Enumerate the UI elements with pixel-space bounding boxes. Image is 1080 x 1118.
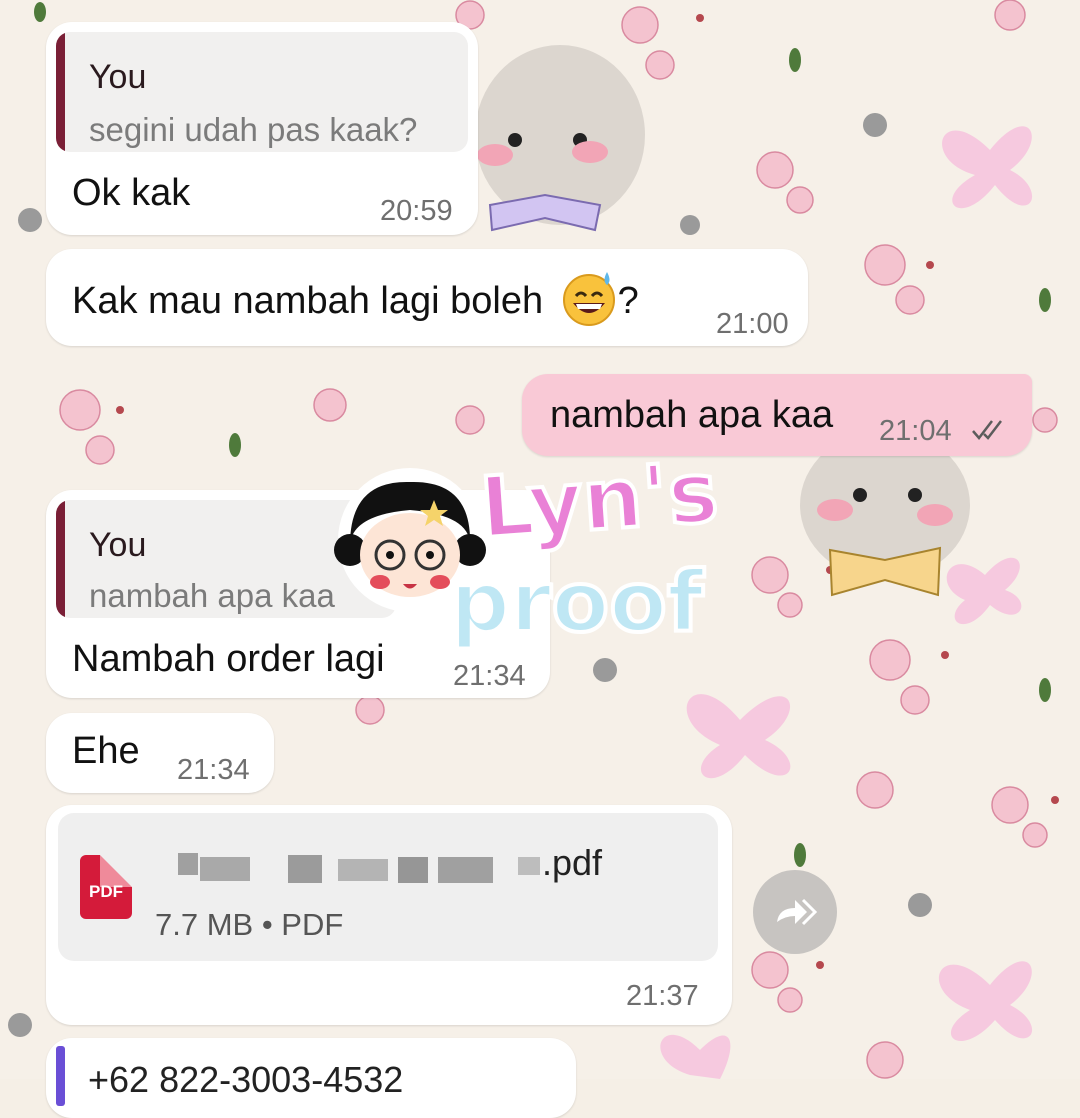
message-time: 21:04 (879, 415, 952, 447)
document-attachment[interactable]: PDF .pdf 7.7 MB • PDF (58, 813, 718, 961)
forward-button[interactable] (753, 870, 837, 954)
document-extension: .pdf (542, 842, 603, 883)
message-text: Ehe (72, 730, 140, 772)
message-text: Kak mau nambah lagi boleh ? (72, 272, 639, 327)
double-check-icon (970, 418, 1010, 442)
watermark-line2: proof (448, 553, 706, 651)
message-time: 21:00 (716, 308, 789, 340)
watermark-line1: Lyn's (475, 441, 723, 559)
message-bubble-incoming[interactable]: You segini udah pas kaak? Ok kak 20:59 (46, 22, 478, 235)
quote-author: You (89, 526, 147, 564)
contact-accent-bar (56, 1046, 65, 1106)
document-filename: .pdf (178, 845, 618, 889)
pdf-file-icon: PDF (80, 855, 132, 919)
message-text-suffix: ? (617, 280, 639, 322)
message-time: 21:37 (626, 980, 699, 1012)
message-text: nambah apa kaa (550, 394, 834, 436)
document-meta: 7.7 MB • PDF (155, 907, 344, 942)
quote-text: nambah apa kaa (89, 577, 335, 614)
message-bubble-document[interactable]: PDF .pdf 7.7 MB • PDF 21:37 (46, 805, 732, 1025)
message-text: Ok kak (72, 172, 191, 214)
watermark: Lyn's proof (330, 440, 750, 670)
forward-icon (773, 894, 819, 930)
quote-text: segini udah pas kaak? (89, 111, 418, 148)
contact-phone-number: +62 822-3003-4532 (88, 1059, 404, 1100)
message-bubble-contact[interactable]: +62 822-3003-4532 (46, 1038, 576, 1118)
quoted-reply[interactable]: You segini udah pas kaak? (56, 32, 468, 152)
quote-accent-bar (56, 32, 65, 152)
message-bubble-incoming[interactable]: Kak mau nambah lagi boleh ? 21:00 (46, 249, 808, 346)
redacted-filename (178, 853, 198, 875)
grinning-sweat-emoji-icon (560, 272, 618, 327)
quote-author: You (89, 58, 147, 96)
message-time: 20:59 (380, 195, 453, 227)
quote-accent-bar (56, 500, 65, 618)
message-time: 21:34 (177, 754, 250, 786)
message-text-main: Kak mau nambah lagi boleh (72, 280, 544, 322)
message-bubble-incoming[interactable]: Ehe 21:34 (46, 713, 274, 793)
